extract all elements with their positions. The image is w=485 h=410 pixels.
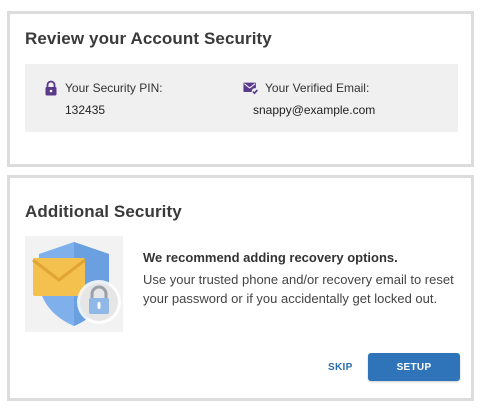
- recommendation-text: We recommend adding recovery options. Us…: [143, 250, 463, 308]
- verified-email-value: snappy@example.com: [253, 103, 376, 117]
- verified-email-block: Your Verified Email: snappy@example.com: [243, 80, 375, 117]
- verified-email-icon: [243, 80, 259, 96]
- shield-envelope-lock-icon: [25, 236, 123, 332]
- review-security-title: Review your Account Security: [25, 29, 272, 48]
- security-pin-label: Your Security PIN:: [65, 81, 163, 95]
- setup-button[interactable]: SETUP: [368, 353, 460, 381]
- recommendation-body: Use your trusted phone and/or recovery e…: [143, 272, 454, 306]
- security-pin-value: 132435: [65, 103, 106, 117]
- additional-security-title: Additional Security: [25, 202, 182, 221]
- review-security-card: Review your Account Security Your Securi…: [7, 11, 474, 167]
- skip-button[interactable]: SKIP: [328, 362, 353, 373]
- security-info-panel: Your Security PIN: 132435 Your Verified …: [25, 64, 458, 132]
- additional-security-card: Additional Security We recommend adding …: [7, 175, 474, 401]
- security-pin-block: Your Security PIN: 132435: [43, 80, 163, 117]
- verified-email-label: Your Verified Email:: [265, 81, 370, 95]
- recommendation-title: We recommend adding recovery options.: [143, 250, 398, 265]
- lock-icon: [43, 80, 59, 96]
